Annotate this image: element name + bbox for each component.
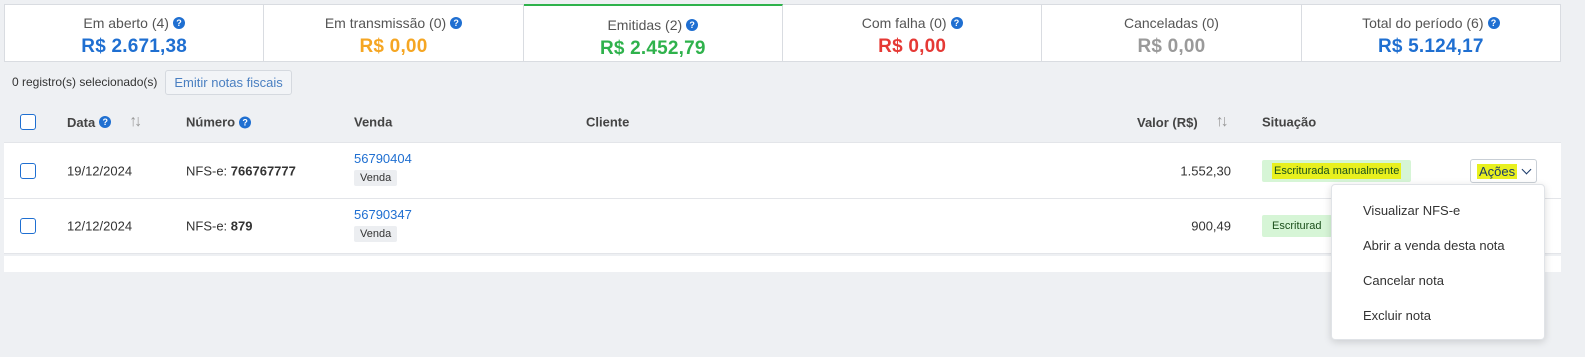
chevron-down-icon <box>1521 164 1532 174</box>
tab-value: R$ 0,00 <box>359 36 428 57</box>
row-value: 1.552,30 <box>1180 163 1231 178</box>
tab-label: Com falha (0) <box>861 15 947 31</box>
sort-icon[interactable]: ↑↓ <box>1216 113 1229 131</box>
table-row: 19/12/2024 NFS-e: 766767777 56790404 Ven… <box>4 142 1561 198</box>
help-icon[interactable]: ? <box>99 116 112 128</box>
help-icon[interactable]: ? <box>950 17 963 29</box>
sale-tag: Venda <box>354 170 398 186</box>
emit-invoices-button[interactable]: Emitir notas fiscais <box>165 69 292 95</box>
sort-icon[interactable]: ↑↓ <box>129 113 142 131</box>
tab-em-transmissao[interactable]: Em transmissão (0)? R$ 0,00 <box>264 5 524 61</box>
header-venda: Venda <box>354 114 393 130</box>
tab-label: Canceladas (0) <box>1124 15 1219 31</box>
status-badge: Escriturada manualmente <box>1262 159 1412 182</box>
row-number: 766767777 <box>230 163 296 178</box>
row-value: 900,49 <box>1191 218 1231 234</box>
selected-count: 0 registro(s) selecionado(s) <box>12 75 158 89</box>
tab-value: R$ 0,00 <box>878 36 947 57</box>
summary-tabs: Em aberto (4)? R$ 2.671,38 Em transmissã… <box>4 4 1561 62</box>
row-checkbox[interactable] <box>20 162 36 179</box>
table-row: 12/12/2024 NFS-e: 879 56790347 Venda 900… <box>4 198 1561 254</box>
row-number-prefix: NFS-e: <box>186 218 228 234</box>
row-checkbox[interactable] <box>20 218 36 234</box>
menu-item-cancel-invoice[interactable]: Cancelar nota <box>1332 263 1544 298</box>
invoices-table: Data ? ↑↓ Número ? Venda Cliente Valor (… <box>4 102 1561 254</box>
header-situacao: Situação <box>1262 114 1317 130</box>
table-header: Data ? ↑↓ Número ? Venda Cliente Valor (… <box>4 102 1561 142</box>
tab-label: Emitidas (2) <box>607 17 683 33</box>
tab-em-aberto[interactable]: Em aberto (4)? R$ 2.671,38 <box>5 5 265 61</box>
sale-tag: Venda <box>354 226 398 242</box>
row-number: 879 <box>230 218 253 234</box>
help-icon[interactable]: ? <box>450 17 463 29</box>
actions-label: Ações <box>1477 163 1518 179</box>
menu-item-delete-invoice[interactable]: Excluir nota <box>1332 298 1544 333</box>
help-icon[interactable]: ? <box>172 17 185 29</box>
actions-menu: Visualizar NFS-e Abrir a venda desta not… <box>1331 184 1545 340</box>
tab-label: Em transmissão (0) <box>324 15 447 31</box>
tab-total-periodo[interactable]: Total do período (6)? R$ 5.124,17 <box>1302 5 1560 61</box>
tab-com-falha[interactable]: Com falha (0)? R$ 0,00 <box>783 5 1043 61</box>
header-cliente: Cliente <box>586 114 630 130</box>
sale-link[interactable]: 56790404 <box>354 151 412 166</box>
row-date: 12/12/2024 <box>67 218 133 234</box>
help-icon[interactable]: ? <box>239 116 252 128</box>
header-numero: Número <box>186 114 236 130</box>
tab-value: R$ 5.124,17 <box>1377 36 1484 57</box>
help-icon[interactable]: ? <box>1487 17 1500 29</box>
tab-emitidas[interactable]: Emitidas (2)? R$ 2.452,79 <box>523 4 783 61</box>
actions-dropdown-button[interactable]: Ações <box>1470 159 1538 183</box>
tab-label: Em aberto (4) <box>83 15 169 31</box>
help-icon[interactable]: ? <box>686 19 699 31</box>
menu-item-open-sale[interactable]: Abrir a venda desta nota <box>1332 228 1544 263</box>
row-date: 19/12/2024 <box>67 163 133 178</box>
sale-link[interactable]: 56790347 <box>354 207 412 222</box>
select-all-checkbox[interactable] <box>20 114 36 130</box>
table-footer <box>4 256 1561 272</box>
tab-value: R$ 2.671,38 <box>81 36 188 57</box>
tab-canceladas[interactable]: Canceladas (0) R$ 0,00 <box>1042 5 1302 61</box>
menu-item-view-nfse[interactable]: Visualizar NFS-e <box>1332 193 1544 228</box>
header-valor[interactable]: Valor (R$) <box>1137 115 1198 130</box>
row-number-prefix: NFS-e: <box>186 163 228 178</box>
tab-value: R$ 2.452,79 <box>599 38 706 59</box>
toolbar: 0 registro(s) selecionado(s) Emitir nota… <box>12 69 292 95</box>
status-badge: Escriturad <box>1262 215 1332 237</box>
tab-value: R$ 0,00 <box>1137 36 1206 57</box>
tab-label: Total do período (6) <box>1362 15 1484 31</box>
header-data[interactable]: Data <box>67 115 95 130</box>
